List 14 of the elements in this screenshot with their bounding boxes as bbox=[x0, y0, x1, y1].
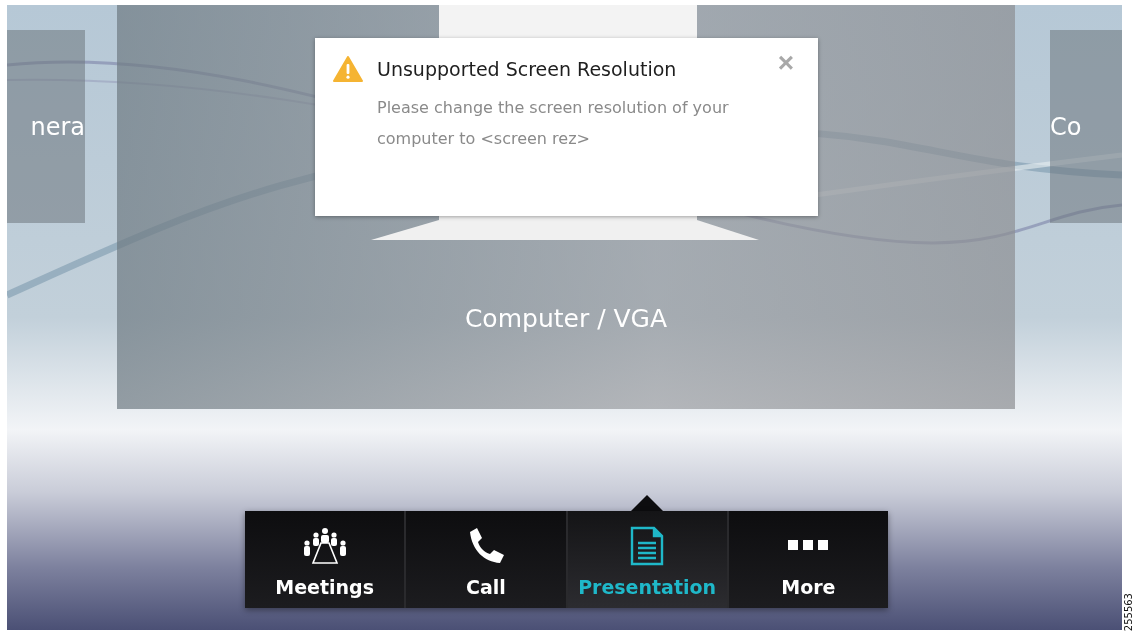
nav-tab[interactable]: More bbox=[728, 511, 888, 608]
nav-tab[interactable]: Presentation bbox=[567, 511, 727, 608]
source-label: nera bbox=[30, 114, 85, 139]
document-icon bbox=[630, 526, 665, 566]
nav-tab[interactable]: Call bbox=[406, 511, 566, 608]
figure-number: 255563 bbox=[1123, 592, 1134, 631]
more-icon bbox=[788, 540, 829, 552]
source-label: Computer / VGA bbox=[464, 304, 668, 333]
source-label: Co bbox=[1050, 114, 1082, 139]
alert-message: Please change the screen resolution of your computer to <screen rez> bbox=[377, 97, 730, 150]
nav-tab[interactable]: Meetings bbox=[245, 511, 405, 608]
alert-title: Unsupported Screen Resolution bbox=[377, 58, 678, 80]
warning-icon bbox=[333, 56, 363, 82]
pointer-icon bbox=[630, 495, 663, 511]
